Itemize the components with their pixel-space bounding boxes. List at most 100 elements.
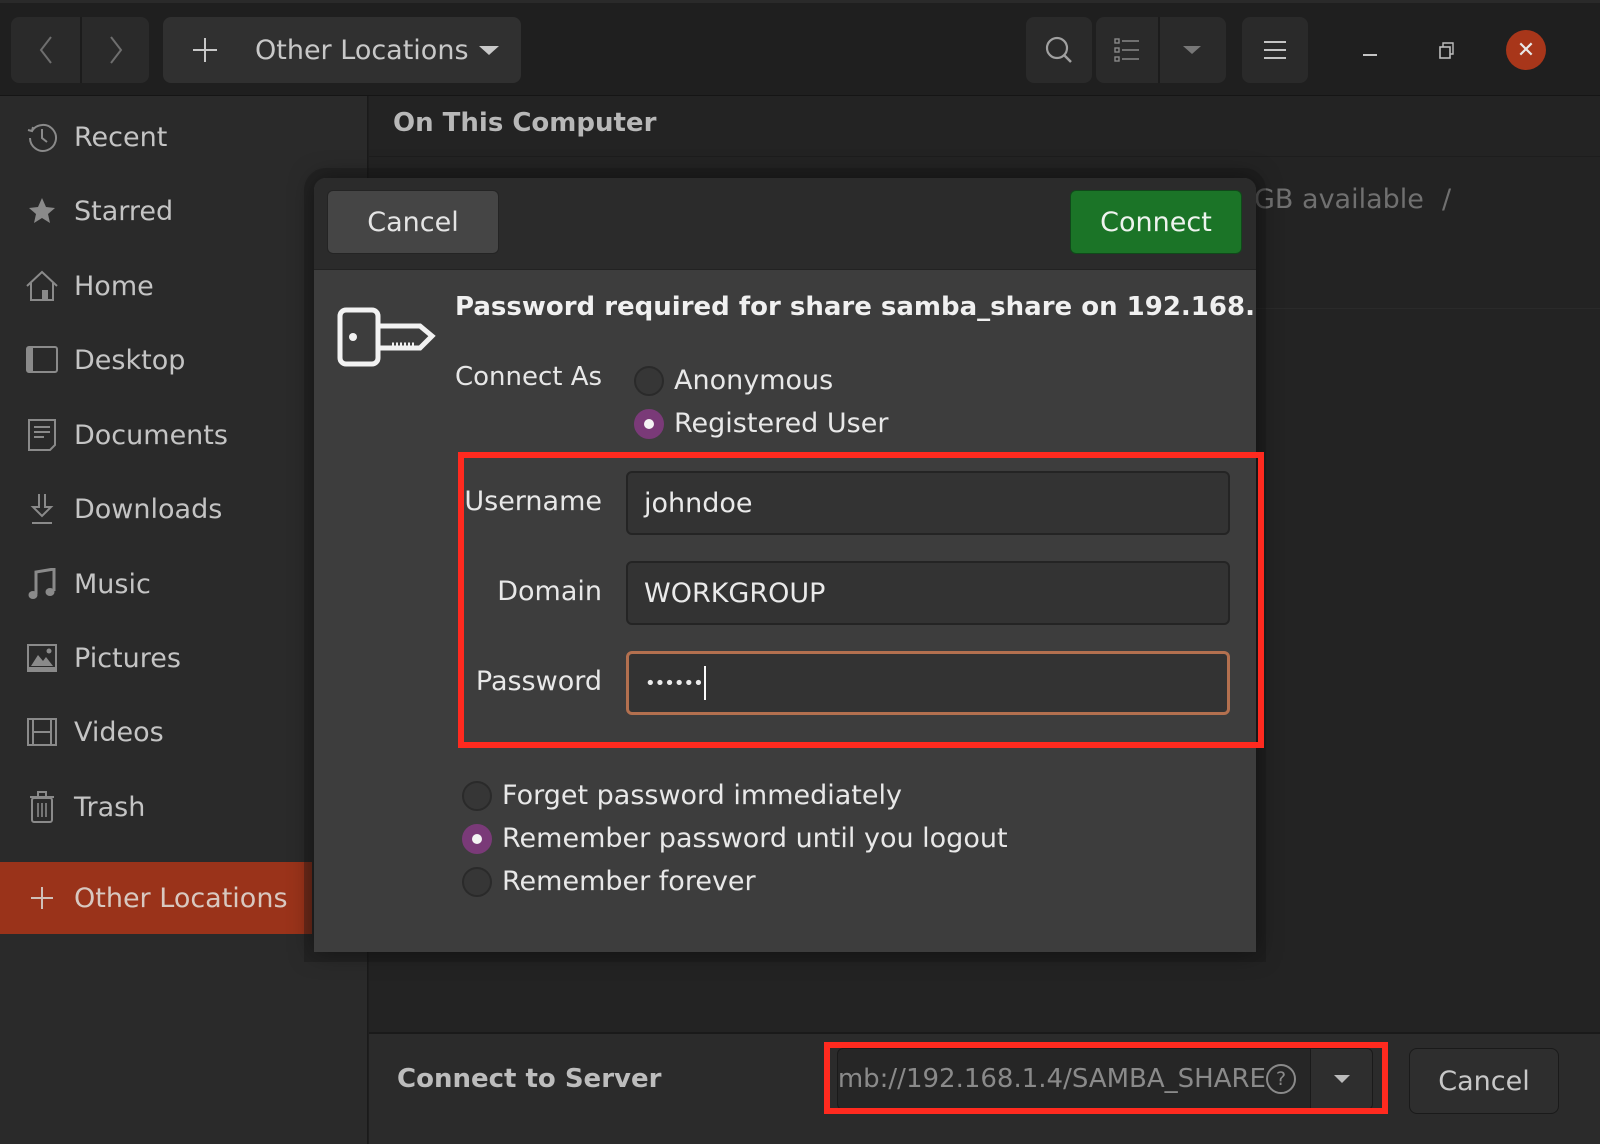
clock-icon <box>22 117 62 157</box>
dialog-title: Password required for share samba_share … <box>455 292 1256 322</box>
list-view-icon <box>1114 38 1139 62</box>
sidebar-item-documents[interactable]: Documents <box>0 405 368 465</box>
sidebar-item-label: Recent <box>74 121 168 153</box>
password-label: Password <box>475 666 602 697</box>
sidebar-item-trash[interactable]: Trash <box>0 777 368 837</box>
radio-button[interactable] <box>634 408 664 439</box>
download-icon <box>22 489 62 529</box>
username-label: Username <box>464 486 602 517</box>
sidebar-item-downloads[interactable]: Downloads <box>0 479 368 539</box>
divider <box>369 156 1600 157</box>
domain-field[interactable]: WORKGROUP <box>626 561 1230 625</box>
music-note-icon <box>22 564 62 604</box>
radio-label: Remember forever <box>502 866 756 897</box>
view-options <box>1096 17 1226 83</box>
star-icon <box>22 191 62 231</box>
section-title: On This Computer <box>393 108 657 138</box>
radio-button[interactable] <box>634 365 664 396</box>
sidebar-item-label: Other Locations <box>74 882 288 914</box>
home-icon <box>22 266 62 306</box>
location-label: Other Locations <box>255 34 469 66</box>
radio-remember-forever[interactable]: Remember forever <box>462 866 756 897</box>
minimize-button[interactable] <box>1350 31 1390 71</box>
document-icon <box>22 415 62 455</box>
server-history-dropdown[interactable] <box>1310 1049 1372 1109</box>
back-button[interactable] <box>11 17 80 83</box>
forward-button[interactable] <box>80 17 149 83</box>
view-dropdown-button[interactable] <box>1160 17 1224 83</box>
radio-anonymous[interactable]: Anonymous <box>634 365 833 396</box>
close-window-button[interactable]: ✕ <box>1506 30 1546 70</box>
radio-label: Registered User <box>674 408 889 439</box>
maximize-button[interactable] <box>1427 31 1467 71</box>
trash-icon <box>22 787 62 827</box>
header-bar: Other Locations ✕ <box>0 0 1600 96</box>
sidebar-item-desktop[interactable]: Desktop <box>0 330 368 390</box>
location-path-button[interactable]: Other Locations <box>163 17 521 83</box>
connect-as-label: Connect As <box>455 362 603 392</box>
connect-to-server-label: Connect to Server <box>397 1064 662 1094</box>
picture-icon <box>22 638 62 678</box>
dialog-cancel-button[interactable]: Cancel <box>327 190 499 254</box>
radio-button[interactable] <box>462 780 492 811</box>
key-icon <box>337 307 436 367</box>
radio-label: Forget password immediately <box>502 780 902 811</box>
disk-mount-path: / <box>1442 184 1452 215</box>
sidebar-item-label: Desktop <box>74 344 186 376</box>
dropdown-caret-icon <box>1333 1075 1350 1083</box>
radio-button[interactable] <box>462 866 492 897</box>
username-field[interactable]: johndoe <box>626 471 1230 535</box>
sidebar-item-label: Downloads <box>74 493 223 525</box>
dialog-header: Cancel Connect <box>314 178 1256 270</box>
search-icon <box>1045 36 1072 63</box>
hamburger-menu-icon <box>1264 41 1286 59</box>
domain-value: WORKGROUP <box>644 577 826 609</box>
sidebar: Recent Starred Home Desktop Documents Do… <box>0 96 368 1144</box>
sidebar-item-music[interactable]: Music <box>0 554 368 614</box>
password-value: •••••• <box>645 672 704 694</box>
password-dialog: Cancel Connect Password required for sha… <box>314 178 1256 952</box>
plus-icon <box>22 878 62 918</box>
sidebar-item-other-locations[interactable]: Other Locations <box>0 862 312 934</box>
dropdown-caret-icon <box>1183 46 1201 54</box>
sidebar-item-label: Documents <box>74 419 228 451</box>
sidebar-item-label: Videos <box>74 716 164 748</box>
list-view-button[interactable] <box>1096 17 1160 83</box>
server-address-combo: smb://192.168.1.4/SAMBA_SHARE ? <box>837 1048 1373 1110</box>
restore-icon <box>1439 42 1454 59</box>
disk-space-label: GB available <box>1254 184 1424 215</box>
film-icon <box>22 712 62 752</box>
sidebar-item-label: Starred <box>74 195 174 227</box>
chevron-right-icon <box>109 36 122 64</box>
radio-remember-until-logout[interactable]: Remember password until you logout <box>462 823 1008 854</box>
close-icon: ✕ <box>1516 37 1536 63</box>
username-value: johndoe <box>644 487 753 519</box>
server-address-input[interactable]: smb://192.168.1.4/SAMBA_SHARE <box>838 1049 1266 1109</box>
sidebar-item-recent[interactable]: Recent <box>0 107 368 167</box>
sidebar-item-pictures[interactable]: Pictures <box>0 628 368 688</box>
bottom-cancel-button[interactable]: Cancel <box>1409 1048 1559 1114</box>
chevron-left-icon <box>39 36 52 64</box>
sidebar-item-videos[interactable]: Videos <box>0 702 368 762</box>
radio-button[interactable] <box>462 823 492 854</box>
domain-label: Domain <box>497 576 602 607</box>
sidebar-item-label: Pictures <box>74 642 181 674</box>
server-address-value: smb://192.168.1.4/SAMBA_SHARE <box>838 1064 1266 1094</box>
radio-label: Remember password until you logout <box>502 823 1008 854</box>
password-field[interactable]: •••••• <box>626 651 1230 715</box>
search-button[interactable] <box>1026 17 1092 83</box>
dropdown-caret-icon <box>479 45 499 55</box>
sidebar-item-label: Trash <box>74 791 146 823</box>
help-icon[interactable]: ? <box>1266 1064 1296 1094</box>
radio-registered-user[interactable]: Registered User <box>634 408 888 439</box>
connect-to-server-bar: Connect to Server smb://192.168.1.4/SAMB… <box>369 1032 1600 1144</box>
sidebar-item-label: Home <box>74 270 154 302</box>
sidebar-item-home[interactable]: Home <box>0 256 368 316</box>
plus-icon <box>193 38 217 62</box>
dialog-connect-button[interactable]: Connect <box>1070 190 1242 254</box>
radio-forget-password[interactable]: Forget password immediately <box>462 780 902 811</box>
sidebar-item-label: Music <box>74 568 151 600</box>
main-menu-button[interactable] <box>1242 17 1308 83</box>
sidebar-item-starred[interactable]: Starred <box>0 181 368 241</box>
desktop-icon <box>22 340 62 380</box>
